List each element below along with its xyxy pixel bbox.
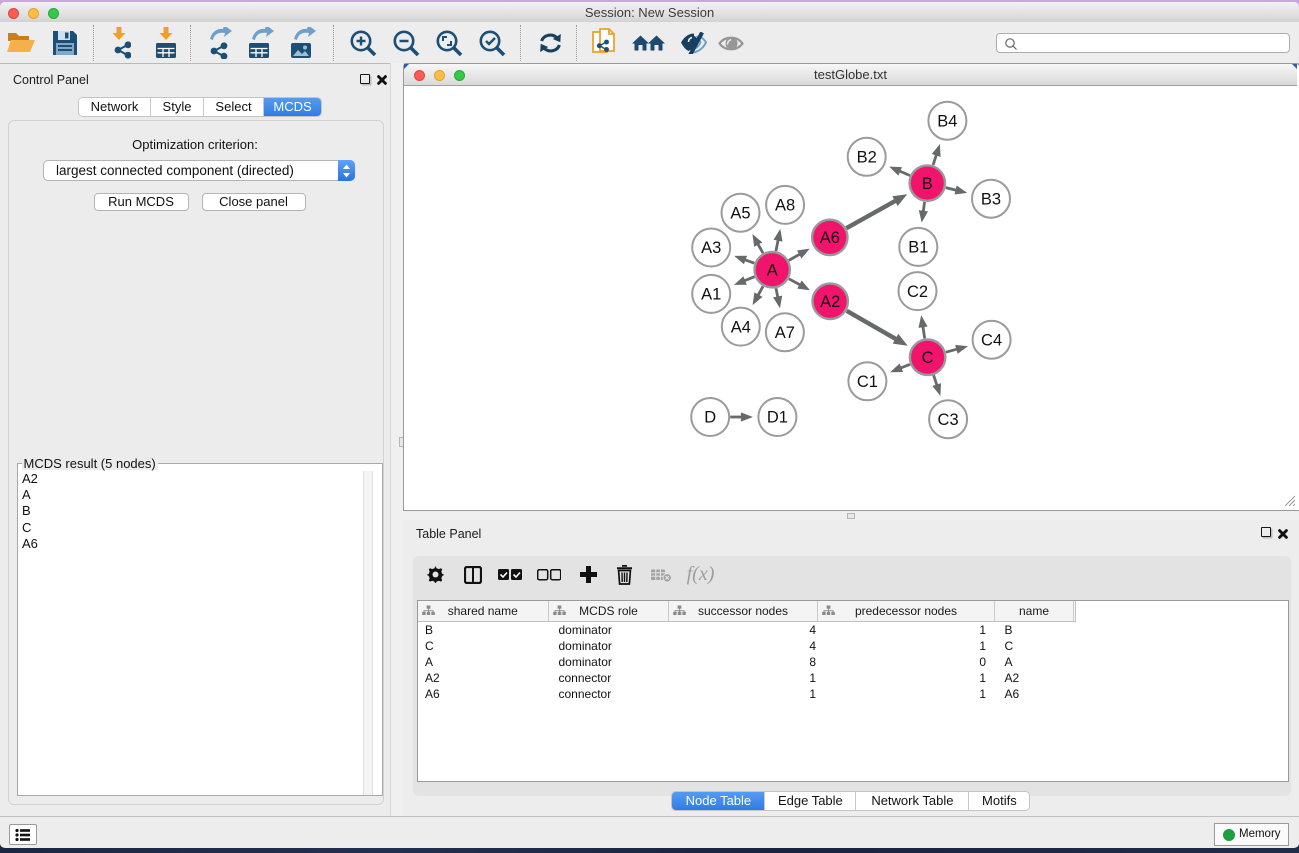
svg-text:A6: A6 [820, 229, 840, 247]
svg-text:B1: B1 [908, 239, 928, 257]
svg-text:A5: A5 [730, 204, 750, 222]
svg-text:D: D [704, 409, 716, 427]
svg-text:A2: A2 [820, 293, 840, 311]
svg-text:D1: D1 [767, 409, 788, 427]
svg-text:B3: B3 [981, 190, 1001, 208]
svg-text:C2: C2 [907, 283, 928, 301]
svg-text:B4: B4 [937, 112, 957, 130]
svg-text:B2: B2 [857, 149, 877, 167]
svg-text:A7: A7 [775, 324, 795, 342]
svg-text:C1: C1 [857, 373, 878, 391]
svg-text:B: B [922, 175, 933, 193]
svg-text:A: A [767, 261, 778, 279]
svg-text:C3: C3 [938, 411, 959, 429]
svg-text:A1: A1 [701, 286, 721, 304]
svg-text:A4: A4 [731, 318, 751, 336]
svg-text:C: C [922, 349, 934, 367]
svg-text:A3: A3 [701, 239, 721, 257]
svg-text:C4: C4 [981, 331, 1002, 349]
svg-text:A8: A8 [775, 197, 795, 215]
